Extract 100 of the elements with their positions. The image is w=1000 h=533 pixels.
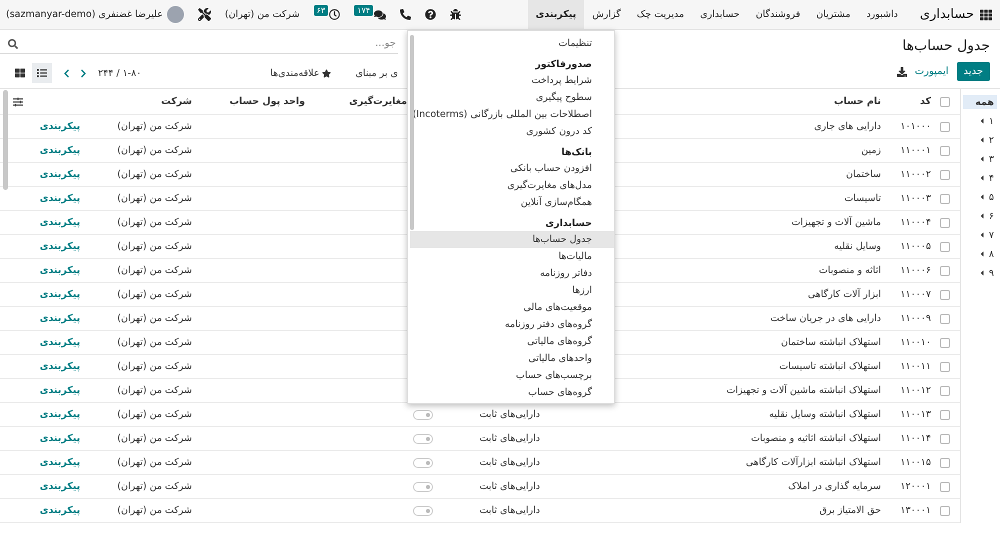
row-checkbox[interactable]	[940, 218, 950, 228]
dropdown-item[interactable]: موقعیت‌های مالی	[410, 299, 614, 316]
dropdown-item[interactable]: افزودن حساب بانکی	[410, 160, 614, 177]
menu-item[interactable]: پیکربندی	[528, 0, 584, 29]
chat-icon[interactable]	[374, 8, 386, 20]
menu-item[interactable]: حسابداری	[692, 0, 748, 29]
row-checkbox[interactable]	[940, 506, 950, 516]
configure-link[interactable]: پیکربندی	[40, 409, 80, 420]
row-checkbox[interactable]	[940, 266, 950, 276]
row-checkbox[interactable]	[940, 338, 950, 348]
row-checkbox[interactable]	[940, 146, 950, 156]
menu-item[interactable]: مشتریان	[808, 0, 858, 29]
dropdown-item[interactable]: واحدهای مالیاتی	[410, 350, 614, 367]
dropdown-item[interactable]: گروه‌های دفتر روزنامه	[410, 316, 614, 333]
company-switcher[interactable]: شرکت من (تهران)	[224, 9, 300, 20]
row-checkbox[interactable]	[940, 170, 950, 180]
list-view-button[interactable]	[32, 63, 52, 83]
dropdown-item[interactable]: ارزها	[410, 282, 614, 299]
dropdown-item[interactable]: تنظیمات	[410, 35, 614, 52]
configure-link[interactable]: پیکربندی	[40, 481, 80, 492]
settings-sliders-icon[interactable]	[12, 96, 22, 106]
row-checkbox[interactable]	[940, 482, 950, 492]
column-header[interactable]: واحد پول حساب	[229, 96, 305, 107]
row-checkbox[interactable]	[940, 194, 950, 204]
import-button[interactable]: ایمپورت	[914, 66, 949, 77]
column-header[interactable]: شرکت	[161, 96, 192, 107]
menu-item[interactable]: مدیریت چک	[628, 0, 692, 29]
row-checkbox[interactable]	[940, 242, 950, 252]
menu-item[interactable]: گزارش	[584, 0, 629, 29]
row-checkbox[interactable]	[940, 362, 950, 372]
dropdown-item[interactable]: مالیات‌ها	[410, 248, 614, 265]
dropdown-item[interactable]: اصطلاحات بین المللی بازرگانی (Incoterms)	[410, 106, 614, 123]
configure-link[interactable]: پیکربندی	[40, 457, 80, 468]
configure-link[interactable]: پیکربندی	[40, 289, 80, 300]
filter-item[interactable]: همه	[963, 95, 997, 109]
configure-link[interactable]: پیکربندی	[40, 337, 80, 348]
dropdown-item[interactable]: برچسب‌های حساب	[410, 367, 614, 384]
configure-link[interactable]: پیکربندی	[40, 217, 80, 228]
configure-link[interactable]: پیکربندی	[40, 385, 80, 396]
pager-value[interactable]: ۱-۸۰ / ۲۴۴	[98, 68, 142, 78]
row-checkbox[interactable]	[940, 410, 950, 420]
configure-link[interactable]: پیکربندی	[40, 145, 80, 156]
tools-icon[interactable]	[198, 8, 211, 21]
previous-page-icon[interactable]	[62, 68, 71, 78]
menu-item[interactable]: داشبورد	[858, 0, 906, 29]
reconcile-toggle[interactable]	[413, 506, 433, 516]
column-header[interactable]: نام حساب	[834, 96, 881, 107]
user-name[interactable]: علیرضا غضنفری (sazmanyar-demo)	[6, 9, 163, 20]
filter-item[interactable]: ۱	[963, 114, 997, 128]
dropdown-item[interactable]: کد درون کشوری	[410, 123, 614, 140]
filter-item[interactable]: ۹	[963, 266, 997, 280]
search-field[interactable]: جو...	[198, 37, 398, 50]
configure-link[interactable]: پیکربندی	[40, 121, 80, 132]
column-header[interactable]: کد	[920, 96, 931, 107]
group-by-menu[interactable]: ی بر مبنای	[355, 68, 398, 78]
reconcile-toggle[interactable]	[413, 410, 433, 420]
dropdown-item[interactable]: سطوح پیگیری	[410, 89, 614, 106]
favorites-menu[interactable]: علاقه‌مندی‌ها	[270, 68, 332, 78]
user-avatar[interactable]	[166, 6, 184, 23]
dropdown-item[interactable]: گروه‌های حساب	[410, 384, 614, 401]
filter-item[interactable]: ۷	[963, 228, 997, 242]
dropdown-item[interactable]: جدول حساب‌ها	[410, 231, 614, 248]
reconcile-toggle[interactable]	[413, 434, 433, 444]
download-icon[interactable]	[896, 66, 907, 76]
app-name[interactable]: حسابداری	[920, 7, 974, 22]
filter-item[interactable]: ۸	[963, 247, 997, 261]
phone-icon[interactable]	[400, 9, 412, 20]
filter-item[interactable]: ۲	[963, 133, 997, 147]
configure-link[interactable]: پیکربندی	[40, 361, 80, 372]
dropdown-item[interactable]: دفاتر روزنامه	[410, 265, 614, 282]
new-button[interactable]: جدید	[956, 62, 990, 81]
dropdown-item[interactable]: مدل‌های مغایرت‌گیری	[410, 177, 614, 194]
configure-link[interactable]: پیکربندی	[40, 193, 80, 204]
configure-link[interactable]: پیکربندی	[40, 313, 80, 324]
configure-link[interactable]: پیکربندی	[40, 169, 80, 180]
row-checkbox[interactable]	[940, 314, 950, 324]
bug-icon[interactable]	[450, 9, 462, 20]
dropdown-item[interactable]: همگام‌سازی آنلاین	[410, 194, 614, 211]
app-grid-icon[interactable]	[980, 8, 992, 20]
row-checkbox[interactable]	[940, 458, 950, 468]
reconcile-toggle[interactable]	[413, 482, 433, 492]
configure-link[interactable]: پیکربندی	[40, 433, 80, 444]
dropdown-item[interactable]: شرایط پرداخت	[410, 72, 614, 89]
help-icon[interactable]	[425, 9, 436, 20]
column-header[interactable]: مغایرت‌گیری	[349, 96, 407, 107]
row-checkbox[interactable]	[940, 122, 950, 132]
filter-item[interactable]: ۳	[963, 152, 997, 166]
clock-icon[interactable]	[329, 9, 340, 20]
dropdown-item[interactable]: گروه‌های مالیاتی	[410, 333, 614, 350]
reconcile-toggle[interactable]	[413, 458, 433, 468]
next-page-icon[interactable]	[79, 68, 88, 78]
row-checkbox[interactable]	[940, 386, 950, 396]
filter-item[interactable]: ۶	[963, 209, 997, 223]
row-checkbox[interactable]	[940, 290, 950, 300]
configure-link[interactable]: پیکربندی	[40, 241, 80, 252]
configure-link[interactable]: پیکربندی	[40, 265, 80, 276]
menu-item[interactable]: فروشندگان	[748, 0, 808, 29]
select-all-checkbox[interactable]	[940, 96, 950, 106]
filter-item[interactable]: ۴	[963, 171, 997, 185]
filter-item[interactable]: ۵	[963, 190, 997, 204]
